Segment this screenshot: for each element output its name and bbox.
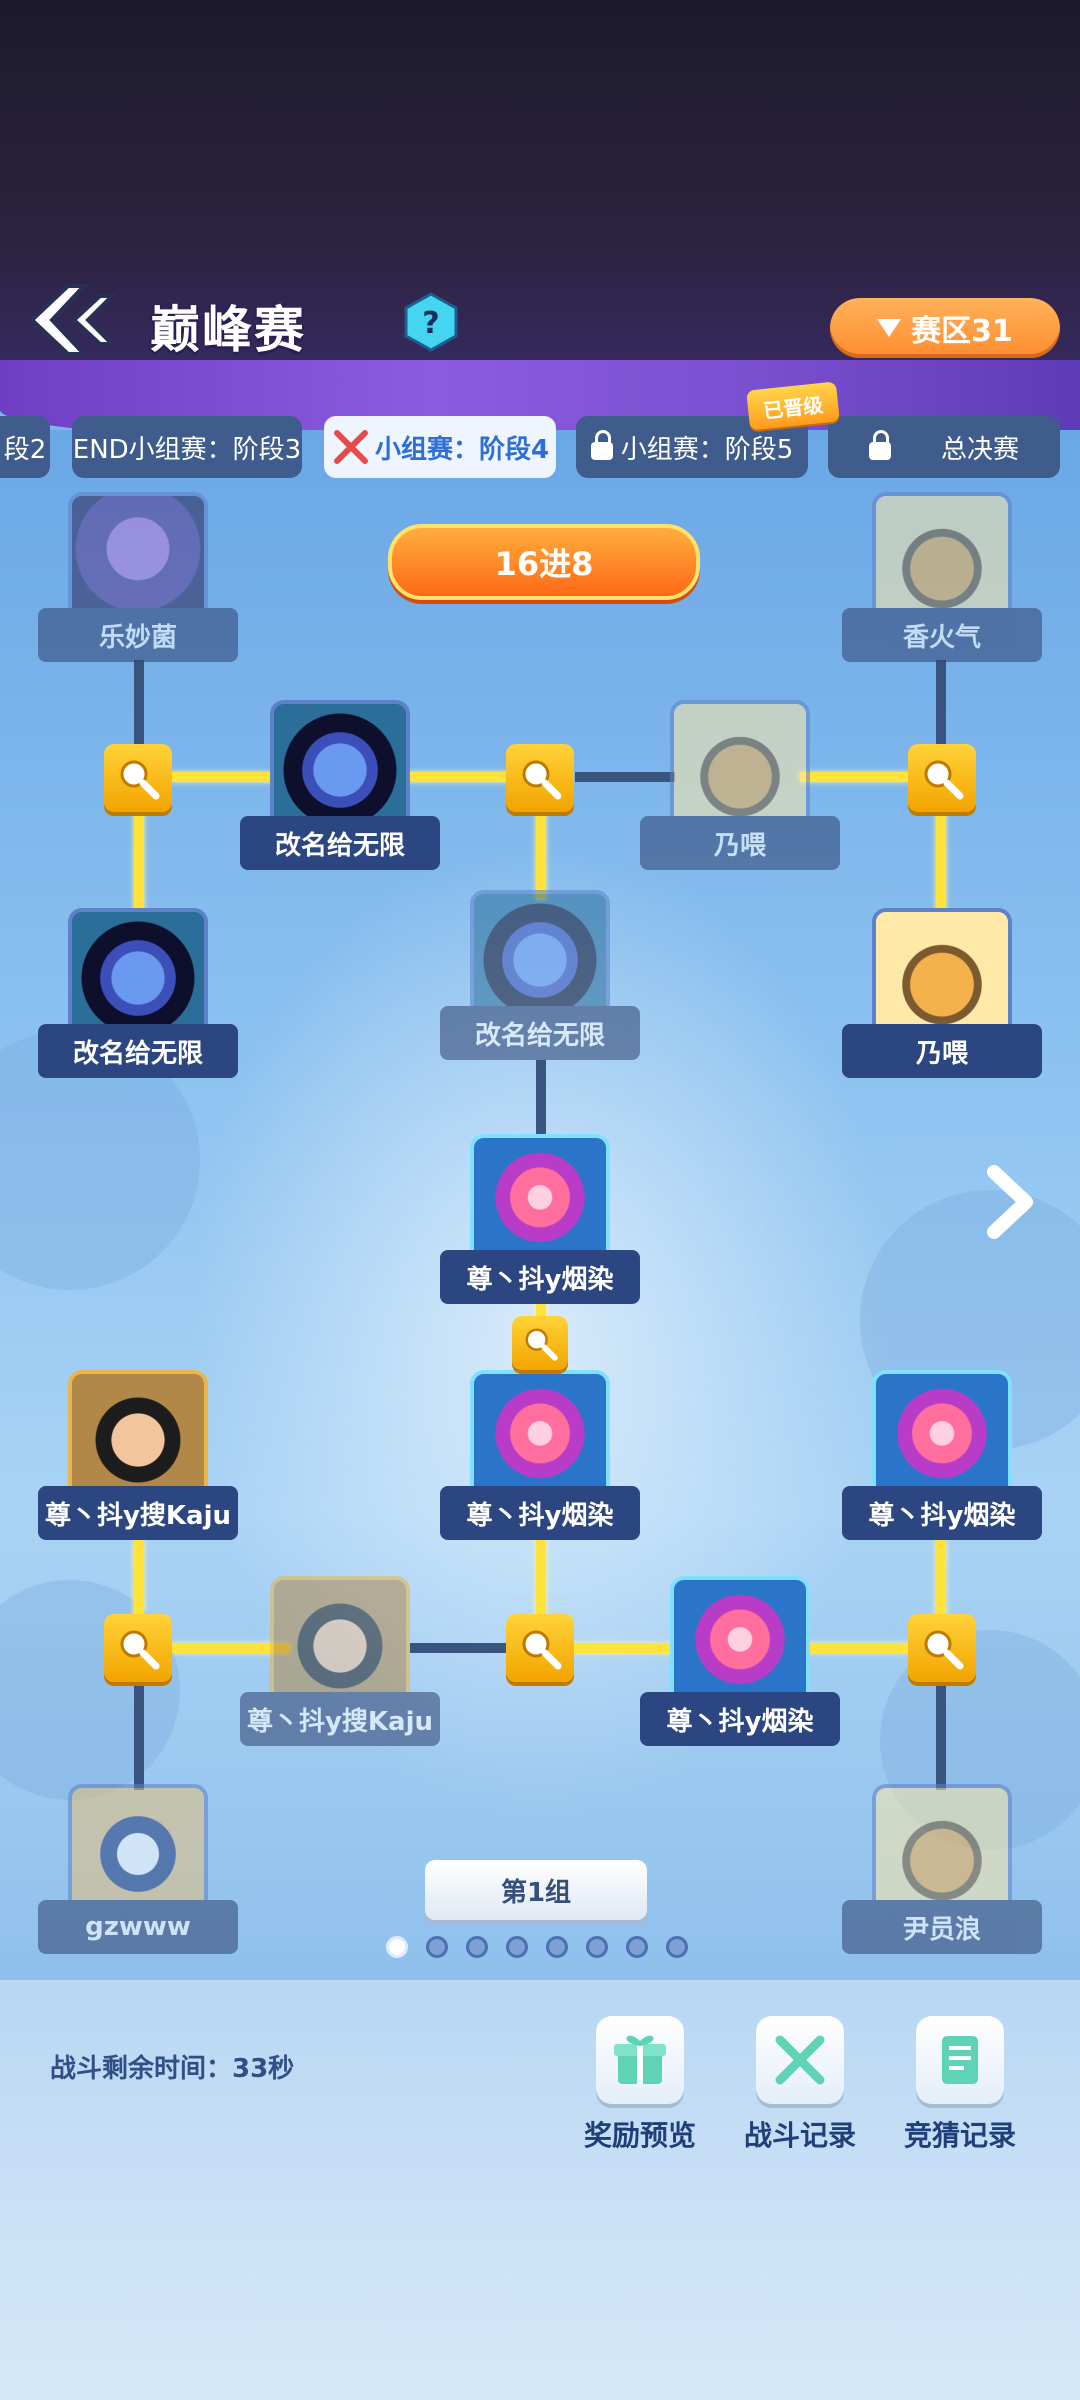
zone-selector[interactable]: 赛区31 bbox=[830, 298, 1060, 358]
player-name: 尊丶抖y搜Kaju bbox=[38, 1486, 238, 1540]
tab-final[interactable]: 总决赛 bbox=[828, 416, 1060, 478]
tab-stage3[interactable]: END小组赛：阶段3 bbox=[72, 416, 302, 478]
bracket-line bbox=[936, 1680, 946, 1790]
player-name: 尹员浪 bbox=[842, 1900, 1042, 1954]
player-name: 尊丶抖y搜Kaju bbox=[240, 1692, 440, 1746]
tab-label: 小组赛：阶段5 bbox=[620, 434, 794, 465]
gift-icon bbox=[596, 2016, 684, 2104]
player-name: 改名给无限 bbox=[240, 816, 440, 870]
player-name: 乐妙菌 bbox=[38, 608, 238, 662]
player-node[interactable]: 尊丶抖y烟染 bbox=[440, 1370, 640, 1540]
dropdown-triangle-icon bbox=[877, 319, 902, 337]
magnifier-icon bbox=[120, 1630, 160, 1670]
help-button[interactable]: ? bbox=[404, 292, 458, 352]
battle-record-button[interactable]: 战斗记录 bbox=[730, 2016, 870, 2154]
player-node[interactable]: 改名给无限 bbox=[440, 890, 640, 1060]
page-dot[interactable] bbox=[586, 1936, 608, 1958]
pagination-dots bbox=[386, 1936, 688, 1958]
page-dot[interactable] bbox=[466, 1936, 488, 1958]
player-node[interactable]: 尊丶抖y烟染 bbox=[842, 1370, 1042, 1540]
tab-stage4[interactable]: 小组赛：阶段4 bbox=[324, 416, 556, 478]
player-name: 尊丶抖y烟染 bbox=[842, 1486, 1042, 1540]
battle-timer: 战斗剩余时间：33秒 bbox=[50, 2054, 295, 2084]
lock-icon bbox=[868, 430, 891, 460]
lock-icon bbox=[590, 430, 613, 460]
page-dot[interactable] bbox=[546, 1936, 568, 1958]
player-name: 乃喂 bbox=[842, 1024, 1042, 1078]
button-label: 奖励预览 bbox=[583, 2119, 696, 2152]
player-node[interactable]: 尊丶抖y烟染 bbox=[640, 1576, 840, 1746]
bracket-line bbox=[134, 1680, 144, 1790]
magnifier-icon bbox=[525, 1328, 558, 1361]
crossed-swords-icon bbox=[756, 2016, 844, 2104]
view-match-button[interactable] bbox=[104, 744, 172, 812]
back-button[interactable] bbox=[22, 282, 118, 358]
player-name: 改名给无限 bbox=[38, 1024, 238, 1078]
bracket-line bbox=[536, 800, 546, 900]
magnifier-icon bbox=[924, 1630, 964, 1670]
player-node[interactable]: 乐妙菌 bbox=[38, 492, 238, 662]
help-icon: ? bbox=[404, 292, 458, 352]
player-node[interactable]: 改名给无限 bbox=[38, 908, 238, 1078]
player-name: 尊丶抖y烟染 bbox=[440, 1486, 640, 1540]
player-name: 尊丶抖y烟染 bbox=[440, 1250, 640, 1304]
player-node[interactable]: 尹员浪 bbox=[842, 1784, 1042, 1954]
view-match-button[interactable] bbox=[908, 744, 976, 812]
guess-record-button[interactable]: 竞猜记录 bbox=[890, 2016, 1030, 2154]
document-icon bbox=[916, 2016, 1004, 2104]
player-node[interactable]: gzwww bbox=[38, 1784, 238, 1954]
tab-label: 总决赛 bbox=[940, 434, 1019, 465]
tab-label: 段2 bbox=[3, 434, 47, 465]
tab-label: END小组赛：阶段3 bbox=[72, 434, 302, 465]
page-dot[interactable] bbox=[506, 1936, 528, 1958]
tab-label: 小组赛：阶段4 bbox=[374, 434, 550, 465]
tab-stage2[interactable]: 段2 bbox=[0, 416, 50, 478]
button-label: 战斗记录 bbox=[743, 2119, 856, 2152]
player-node[interactable]: 尊丶抖y搜Kaju bbox=[38, 1370, 238, 1540]
page-dot[interactable] bbox=[666, 1936, 688, 1958]
player-node[interactable]: 尊丶抖y搜Kaju bbox=[240, 1576, 440, 1746]
zone-label: 赛区31 bbox=[911, 314, 1013, 349]
next-group-button[interactable] bbox=[980, 1164, 1040, 1240]
magnifier-icon bbox=[522, 760, 562, 800]
magnifier-icon bbox=[120, 760, 160, 800]
player-name: 香火气 bbox=[842, 608, 1042, 662]
reward-preview-button[interactable]: 奖励预览 bbox=[570, 2016, 710, 2154]
help-symbol: ? bbox=[422, 306, 439, 341]
view-match-button[interactable] bbox=[512, 1316, 568, 1370]
page-dot[interactable] bbox=[426, 1936, 448, 1958]
chevron-right-icon bbox=[987, 1165, 1033, 1239]
group-label[interactable]: 第1组 bbox=[425, 1860, 647, 1920]
player-name: 尊丶抖y烟染 bbox=[640, 1692, 840, 1746]
player-name: 乃喂 bbox=[640, 816, 840, 870]
player-name: 改名给无限 bbox=[440, 1006, 640, 1060]
page-dot[interactable] bbox=[626, 1936, 648, 1958]
crossed-swords-icon bbox=[333, 430, 368, 464]
view-match-button[interactable] bbox=[506, 744, 574, 812]
magnifier-icon bbox=[522, 1630, 562, 1670]
player-node[interactable]: 改名给无限 bbox=[240, 700, 440, 870]
player-node[interactable]: 香火气 bbox=[842, 492, 1042, 662]
page-title: 巅峰赛 bbox=[150, 301, 306, 359]
page-dot[interactable] bbox=[386, 1936, 408, 1958]
winner-node[interactable]: 尊丶抖y烟染 bbox=[440, 1134, 640, 1304]
button-label: 竞猜记录 bbox=[903, 2119, 1016, 2152]
player-node[interactable]: 乃喂 bbox=[842, 908, 1042, 1078]
view-match-button[interactable] bbox=[908, 1614, 976, 1682]
view-match-button[interactable] bbox=[506, 1614, 574, 1682]
view-match-button[interactable] bbox=[104, 1614, 172, 1682]
player-name: gzwww bbox=[38, 1900, 238, 1954]
player-node[interactable]: 乃喂 bbox=[640, 700, 840, 870]
round-banner: 16进8 bbox=[388, 524, 700, 600]
back-arrow-icon bbox=[29, 284, 117, 356]
magnifier-icon bbox=[924, 760, 964, 800]
